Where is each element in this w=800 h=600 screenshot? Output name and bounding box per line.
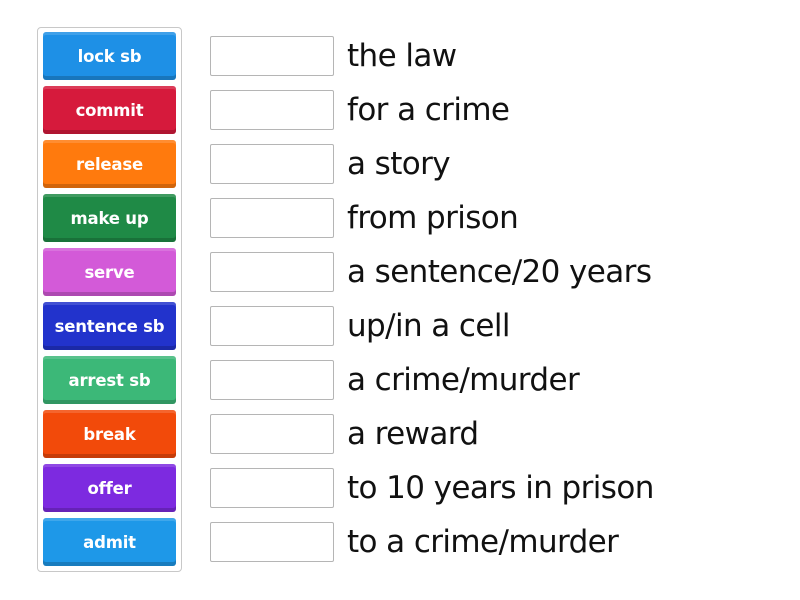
clue-text: a crime/murder bbox=[347, 362, 580, 398]
clue-text: up/in a cell bbox=[347, 308, 510, 344]
match-row: to a crime/murder bbox=[210, 521, 619, 563]
word-tile-tray: lock sb commit release make up serve sentence… bbox=[37, 27, 182, 572]
match-row: a story bbox=[210, 143, 451, 185]
drop-zone[interactable] bbox=[210, 360, 334, 400]
clue-text: a reward bbox=[347, 416, 479, 452]
drop-zone[interactable] bbox=[210, 252, 334, 292]
match-row: a crime/murder bbox=[210, 359, 580, 401]
drop-zone[interactable] bbox=[210, 36, 334, 76]
match-row: from prison bbox=[210, 197, 519, 239]
drop-zone[interactable] bbox=[210, 306, 334, 346]
clue-text: the law bbox=[347, 38, 457, 74]
word-tile[interactable]: commit bbox=[43, 86, 176, 134]
match-row: a reward bbox=[210, 413, 479, 455]
clue-text: for a crime bbox=[347, 92, 510, 128]
word-tile[interactable]: break bbox=[43, 410, 176, 458]
clue-text: a story bbox=[347, 146, 451, 182]
drop-zone[interactable] bbox=[210, 414, 334, 454]
word-tile[interactable]: sentence sb bbox=[43, 302, 176, 350]
match-row: a sentence/20 years bbox=[210, 251, 652, 293]
clue-text: from prison bbox=[347, 200, 519, 236]
match-row: up/in a cell bbox=[210, 305, 510, 347]
match-row: for a crime bbox=[210, 89, 510, 131]
word-tile[interactable]: serve bbox=[43, 248, 176, 296]
match-row: the law bbox=[210, 35, 457, 77]
word-tile[interactable]: release bbox=[43, 140, 176, 188]
word-tile[interactable]: make up bbox=[43, 194, 176, 242]
clue-text: to a crime/murder bbox=[347, 524, 619, 560]
word-tile[interactable]: admit bbox=[43, 518, 176, 566]
drop-zone[interactable] bbox=[210, 522, 334, 562]
word-tile[interactable]: lock sb bbox=[43, 32, 176, 80]
drop-zone[interactable] bbox=[210, 468, 334, 508]
drop-zone[interactable] bbox=[210, 90, 334, 130]
clue-text: a sentence/20 years bbox=[347, 254, 652, 290]
word-tile[interactable]: arrest sb bbox=[43, 356, 176, 404]
match-row: to 10 years in prison bbox=[210, 467, 654, 509]
drop-zone[interactable] bbox=[210, 198, 334, 238]
drop-zone[interactable] bbox=[210, 144, 334, 184]
word-tile[interactable]: offer bbox=[43, 464, 176, 512]
clue-text: to 10 years in prison bbox=[347, 470, 654, 506]
